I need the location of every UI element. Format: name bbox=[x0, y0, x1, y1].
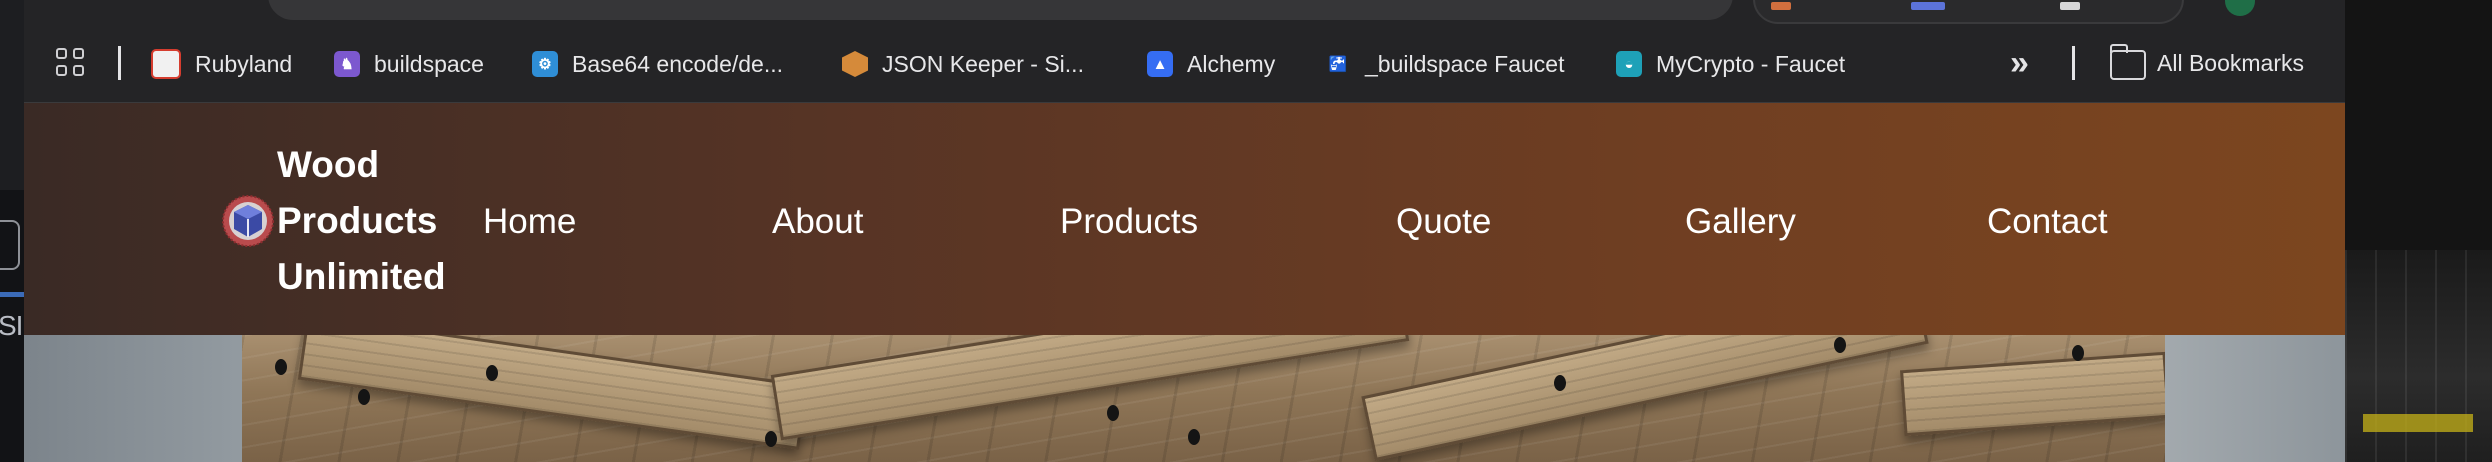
bookmark-label: JSON Keeper - Si... bbox=[882, 50, 1084, 77]
browser-window: ☆ Rubyland ♞ buildspace ⚙ Base64 en bbox=[24, 0, 2345, 462]
bookmarks-separator bbox=[118, 46, 121, 80]
all-bookmarks-button[interactable]: All Bookmarks bbox=[2157, 50, 2304, 77]
bookmark-mycrypto-faucet[interactable]: ◒ MyCrypto - Faucet bbox=[1616, 43, 1845, 85]
profile-avatar[interactable] bbox=[2225, 0, 2255, 16]
nav-gallery[interactable]: Gallery bbox=[1685, 200, 1796, 244]
desktop-right-edge bbox=[2345, 0, 2492, 462]
bookmark-base64[interactable]: ⚙ Base64 encode/de... bbox=[532, 43, 783, 85]
alchemy-favicon-icon: ▲ bbox=[1147, 51, 1173, 77]
desktop-left-edge: SI bbox=[0, 0, 24, 462]
bookmark-label: _buildspace Faucet bbox=[1365, 50, 1565, 77]
bookmark-star-icon[interactable]: ☆ bbox=[1677, 0, 1695, 5]
nav-products[interactable]: Products bbox=[1060, 200, 1198, 244]
nav-home[interactable]: Home bbox=[483, 200, 576, 244]
bookmark-label: buildspace bbox=[374, 50, 484, 77]
hero-image bbox=[24, 335, 2345, 462]
site-brand-name[interactable]: Wood Products Unlimited bbox=[277, 137, 446, 305]
bookmarks-bar: Rubyland ♞ buildspace ⚙ Base64 encode/de… bbox=[24, 26, 2345, 103]
brand-line: Unlimited bbox=[277, 256, 446, 297]
browser-toolbar: ☆ bbox=[24, 0, 2345, 26]
nav-contact[interactable]: Contact bbox=[1987, 200, 2108, 244]
bookmark-buildspace[interactable]: ♞ buildspace bbox=[334, 43, 484, 85]
desktop-accent-line bbox=[0, 292, 24, 297]
bookmark-label: Alchemy bbox=[1187, 50, 1276, 77]
extension-icon[interactable] bbox=[1771, 2, 1791, 10]
buildspace-favicon-icon: ♞ bbox=[334, 51, 360, 77]
site-header: Wood Products Unlimited Home About Produ… bbox=[24, 103, 2345, 335]
apps-grid-icon[interactable] bbox=[56, 48, 84, 76]
rubyland-favicon-icon bbox=[151, 49, 181, 79]
bookmark-alchemy[interactable]: ▲ Alchemy bbox=[1147, 43, 1275, 85]
bookmark-buildspace-faucet[interactable]: 🚰 _buildspace Faucet bbox=[1325, 43, 1565, 85]
nav-quote[interactable]: Quote bbox=[1396, 200, 1491, 244]
extension-icon[interactable] bbox=[2060, 2, 2080, 10]
desktop-partial-text: SI bbox=[0, 310, 23, 341]
company-logo-icon[interactable] bbox=[222, 195, 274, 247]
brand-line: Products bbox=[277, 200, 438, 241]
mycrypto-favicon-icon: ◒ bbox=[1616, 51, 1642, 77]
page-viewport: Wood Products Unlimited Home About Produ… bbox=[24, 103, 2345, 462]
nav-about[interactable]: About bbox=[772, 200, 863, 244]
extension-icon[interactable] bbox=[1911, 2, 1945, 10]
wood-crate-illustration bbox=[242, 335, 2165, 462]
desktop-file-icon bbox=[0, 220, 20, 270]
bookmark-label: Rubyland bbox=[195, 50, 293, 77]
warehouse-background-image bbox=[2345, 250, 2492, 462]
folder-icon[interactable] bbox=[2109, 44, 2146, 80]
address-bar[interactable]: ☆ bbox=[268, 0, 1733, 20]
bookmarks-separator bbox=[2072, 46, 2075, 80]
faucet-favicon-icon: 🚰 bbox=[1328, 56, 1348, 73]
chevron-double-right-icon[interactable]: » bbox=[2010, 46, 2029, 80]
base64-favicon-icon: ⚙ bbox=[532, 51, 558, 77]
bookmark-label: Base64 encode/de... bbox=[572, 50, 783, 77]
extensions-area[interactable] bbox=[1753, 0, 2184, 24]
bookmark-rubyland[interactable]: Rubyland bbox=[151, 43, 292, 85]
bookmark-label: MyCrypto - Faucet bbox=[1656, 50, 1846, 77]
bookmark-json-keeper[interactable]: JSON Keeper - Si... bbox=[842, 43, 1084, 85]
json-keeper-favicon-icon bbox=[842, 51, 868, 77]
brand-line: Wood bbox=[277, 144, 380, 185]
